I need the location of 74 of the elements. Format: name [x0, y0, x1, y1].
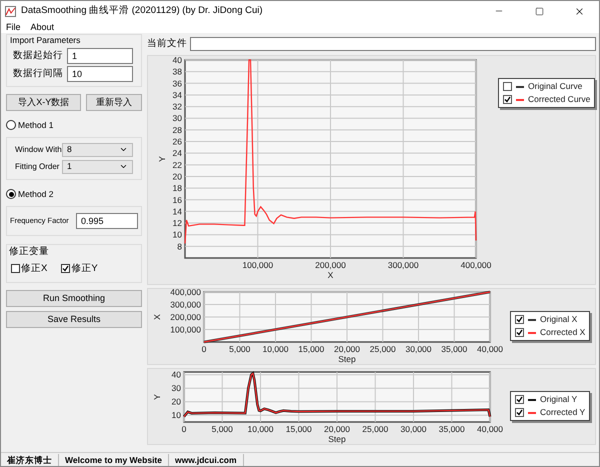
legend-label: Original Y	[540, 394, 578, 406]
x-tick-label: 100,000	[242, 260, 274, 270]
x-tick-label: 10,000	[262, 344, 288, 354]
field-label: Window With	[15, 144, 62, 156]
field-label: 数据起始行	[13, 48, 64, 63]
y-tick-label: 40	[172, 56, 182, 66]
x-axis-title: X	[328, 270, 334, 280]
x-tick-label: 10,000	[248, 424, 274, 434]
x-tick-label: 5,000	[229, 344, 250, 354]
y-tick-label: 40	[172, 370, 181, 380]
x-tick-label: 0	[202, 344, 206, 354]
x-tick-label: 30,000	[406, 344, 432, 354]
x-tick-label: 40,000	[477, 424, 503, 434]
x-tick-label: 30,000	[400, 424, 426, 434]
legend-label: Corrected Y	[540, 407, 586, 418]
legend-label: Corrected Curve	[528, 94, 590, 106]
group-title: Import Parameters	[10, 35, 82, 46]
legend-label: Original Curve	[528, 81, 582, 92]
x-axis-title: Step	[338, 354, 356, 364]
y-tick-label: 20	[172, 172, 182, 182]
y-axis-title: Y	[157, 156, 167, 162]
x-axis-title: Step	[328, 434, 346, 444]
current-file-label: 当前文件	[147, 37, 187, 51]
y-tick-label: 8	[177, 242, 182, 252]
y-axis-title: Y	[152, 394, 162, 400]
y-tick-label: 34	[172, 90, 182, 100]
y-tick-label: 36	[172, 78, 182, 89]
y-tick-label: 100,000	[170, 324, 201, 335]
y-tick-label: 24	[172, 148, 182, 158]
checkbox-label: 修正Y	[71, 262, 98, 276]
y-tick-label: 300,000	[170, 300, 201, 310]
x-tick-label: 40,000	[477, 344, 503, 354]
status-text: www.jdcui.com	[169, 454, 244, 466]
field-label: 数据行间隔	[13, 66, 64, 81]
y-tick-label: 38	[172, 66, 182, 77]
legend-label: Original X	[540, 314, 578, 326]
x-tick-label: 300,000	[388, 260, 419, 270]
y-tick-label: 400,000	[170, 289, 201, 298]
x-tick-label: 200,000	[315, 260, 346, 270]
y-tick-label: 30	[172, 383, 181, 394]
y-tick-label: 20	[172, 396, 181, 407]
y-tick-label: 10	[172, 230, 182, 240]
y-tick-label: 22	[172, 160, 182, 170]
y-tick-label: 28	[172, 125, 182, 136]
radio-label: Method 1	[18, 119, 54, 132]
y-tick-label: 30	[172, 113, 182, 124]
radio-label: Method 2	[18, 188, 54, 200]
y-tick-label: 18	[172, 183, 182, 194]
y-tick-label: 10	[172, 410, 181, 420]
status-text: Welcome to my Website	[59, 454, 169, 466]
window-title: DataSmoothing 曲线平滑 (20201129) (by Dr. JiDong Cui)	[21, 4, 263, 18]
x-tick-label: 35,000	[438, 424, 465, 434]
x-tick-label: 35,000	[441, 344, 468, 354]
field-label: Fitting Order	[15, 160, 60, 173]
y-tick-label: 32	[172, 102, 182, 112]
x-tick-label: 15,000	[286, 424, 312, 434]
legend-label: Corrected X	[540, 327, 586, 338]
x-tick-label: 15,000	[298, 344, 324, 354]
y-axis-title: X	[152, 314, 162, 320]
y-tick-label: 26	[172, 136, 182, 147]
checkbox-label: 修正X	[21, 262, 48, 276]
status-text: 崔济东博士	[1, 454, 59, 466]
x-tick-label: 0	[182, 424, 186, 434]
x-tick-label: 20,000	[324, 424, 350, 434]
x-tick-label: 5,000	[212, 424, 233, 434]
group-title: 修正变量	[9, 244, 50, 258]
x-tick-label: 400,000	[460, 260, 492, 270]
y-tick-label: 14	[172, 206, 182, 217]
x-tick-label: 20,000	[334, 344, 360, 354]
x-tick-label: 25,000	[370, 344, 396, 354]
y-tick-label: 16	[172, 195, 182, 206]
y-tick-label: 12	[172, 218, 182, 228]
y-tick-label: 200,000	[170, 312, 201, 322]
x-tick-label: 25,000	[362, 424, 388, 434]
